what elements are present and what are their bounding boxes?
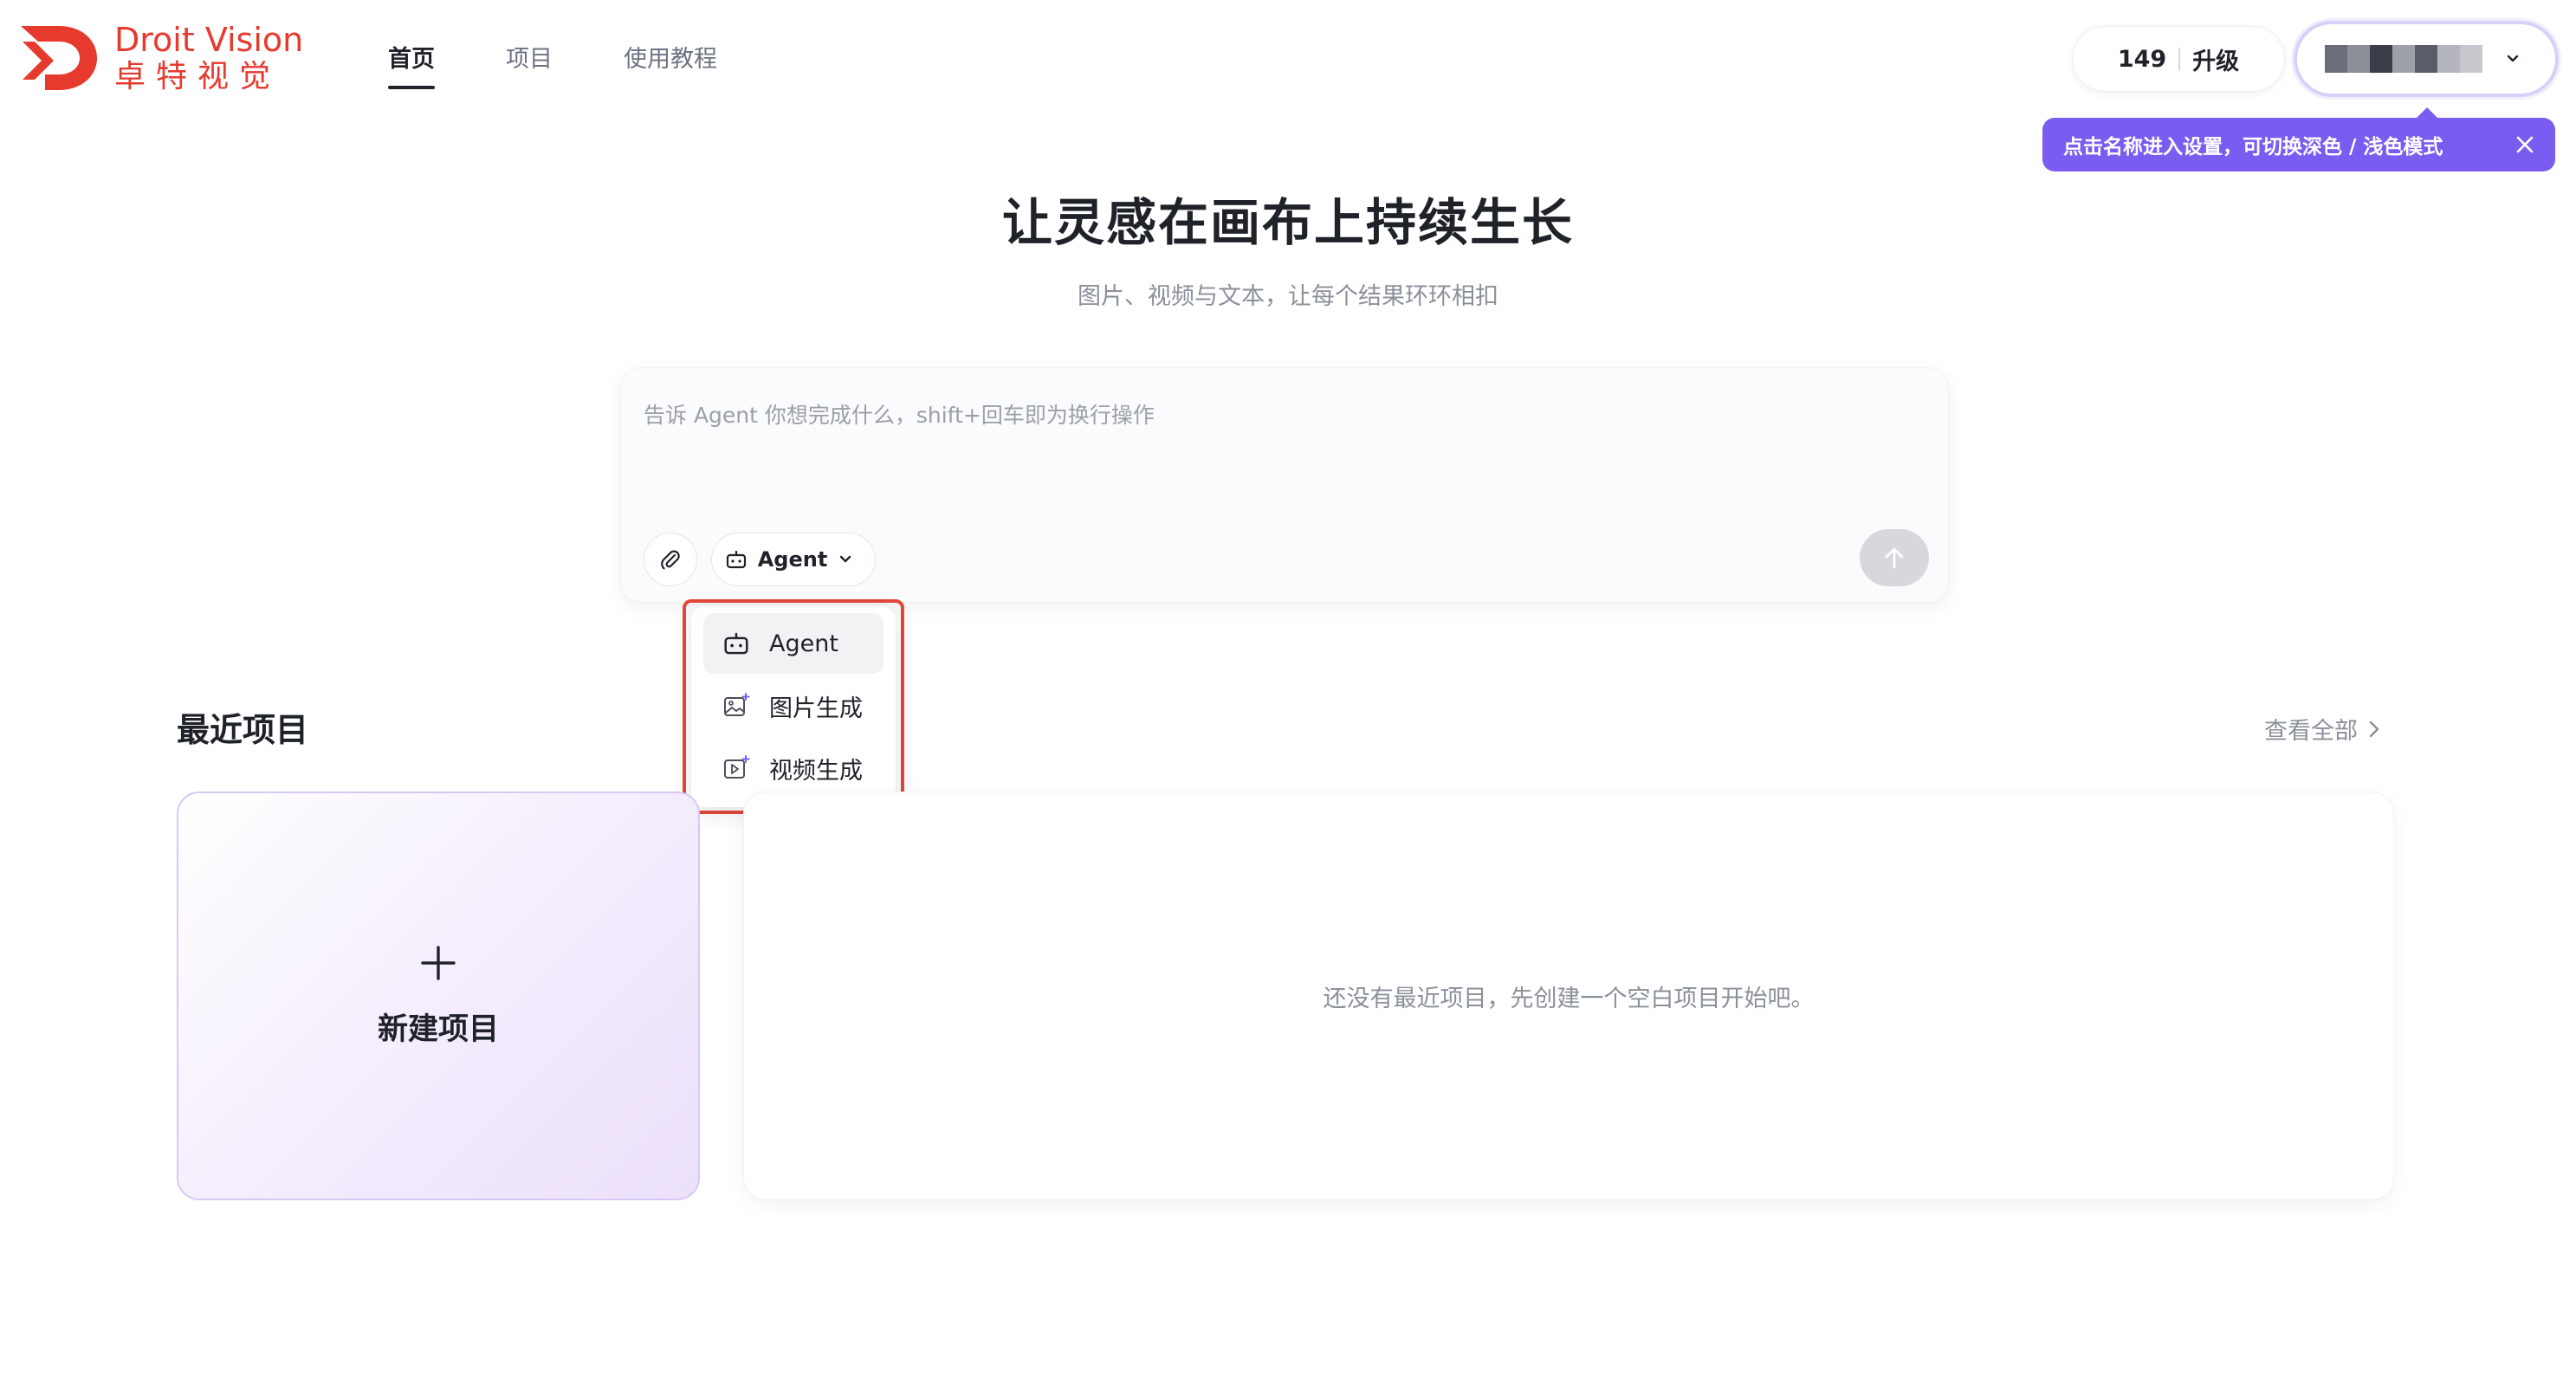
prompt-composer: Agent [620, 367, 1949, 603]
nav-item-projects[interactable]: 项目 [506, 40, 553, 89]
prompt-input[interactable] [644, 397, 1856, 432]
nav-item-home[interactable]: 首页 [388, 40, 435, 89]
close-icon[interactable] [2514, 133, 2536, 156]
page: Droit Vision 卓特视觉 首页 项目 使用教程 149 升级 点击名称… [0, 0, 2576, 1396]
upgrade-button[interactable]: 升级 [2192, 42, 2239, 76]
hero-title: 让灵感在画布上持续生长 [1001, 193, 1574, 252]
user-menu-button[interactable] [2294, 21, 2559, 97]
plus-icon [421, 945, 456, 980]
mode-dropdown-menu: Agent 图片生成 视频生成 [691, 606, 896, 807]
tooltip-text: 点击名称进入设置，可切换深色 / 浅色模式 [2063, 136, 2443, 158]
brand-name-en: Droit Vision [114, 21, 304, 59]
theme-hint-tooltip: 点击名称进入设置，可切换深色 / 浅色模式 [2042, 107, 2555, 171]
mode-option-label: Agent [769, 630, 838, 657]
mode-option-label: 视频生成 [769, 757, 863, 785]
robot-icon [726, 550, 746, 569]
attach-button[interactable] [644, 533, 697, 586]
recent-projects-title: 最近项目 [177, 711, 309, 749]
send-button[interactable] [1860, 529, 1929, 586]
hero-subtitle: 图片、视频与文本，让每个结果环环相扣 [1078, 283, 1498, 310]
arrow-up-icon [1885, 547, 1904, 569]
empty-state-text: 还没有最近项目，先创建一个空白项目开始吧。 [1323, 985, 1815, 1012]
chevron-right-icon [2369, 721, 2379, 737]
robot-icon [724, 632, 748, 655]
mode-option-label: 图片生成 [769, 695, 863, 722]
droit-logo-icon [21, 26, 97, 90]
mode-option-agent[interactable]: Agent [703, 613, 883, 674]
user-name-redacted [2325, 45, 2482, 73]
video-sparkle-icon [724, 755, 750, 779]
new-project-card[interactable]: 新建项目 [177, 792, 700, 1200]
view-all-label: 查看全部 [2264, 718, 2358, 745]
mode-select-label: Agent [757, 547, 828, 572]
mode-option-image[interactable]: 图片生成 [703, 675, 883, 736]
nav-item-tutorials[interactable]: 使用教程 [624, 40, 717, 89]
brand-name-cn: 卓特视觉 [114, 59, 282, 94]
chevron-down-icon [2507, 55, 2519, 62]
recent-projects-empty-state: 还没有最近项目，先创建一个空白项目开始吧。 [743, 792, 2394, 1200]
new-project-label: 新建项目 [377, 1011, 499, 1047]
top-nav: 首页 项目 使用教程 [388, 40, 788, 89]
mode-option-video[interactable]: 视频生成 [703, 738, 883, 798]
view-all-link[interactable]: 查看全部 [2264, 712, 2380, 746]
chevron-down-icon [840, 555, 851, 563]
image-sparkle-icon [724, 693, 750, 716]
credits-pill: 149 升级 [2072, 26, 2285, 92]
credits-count: 149 [2117, 45, 2167, 73]
paperclip-icon [661, 550, 680, 570]
credits-divider [2178, 48, 2181, 70]
brand-logo[interactable]: Droit Vision 卓特视觉 [19, 23, 303, 94]
mode-select-button[interactable]: Agent [711, 533, 876, 586]
